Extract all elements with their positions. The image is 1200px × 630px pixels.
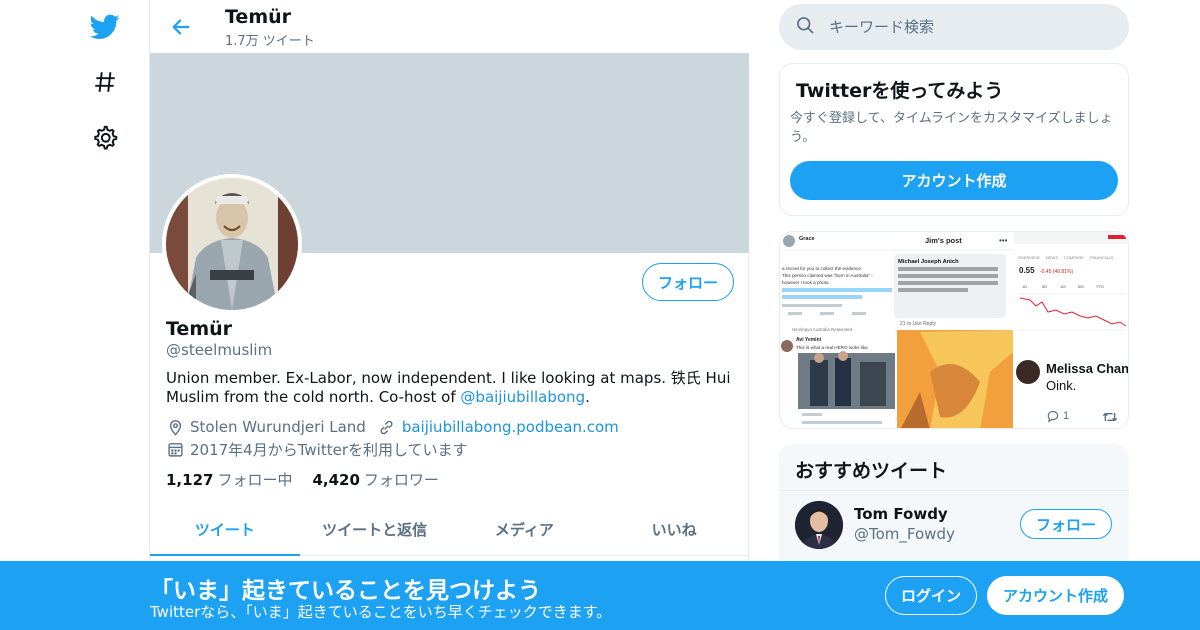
recommended-user-handle: @Tom_Fowdy	[854, 525, 955, 543]
calendar-icon	[166, 441, 184, 459]
media-reply-stat: 1	[1046, 409, 1069, 423]
header-tweet-count: 1.7万 ツイート	[225, 34, 315, 49]
bio-text: Union member. Ex-Labor, now independent.…	[166, 369, 731, 406]
bottom-bar-headline: 「いま」起きていることを見つけよう	[150, 578, 541, 604]
followers-count: 4,420	[312, 471, 360, 489]
media-retweeted-by: Hiroshaya Australia Retweeted	[792, 327, 853, 332]
following-stat[interactable]: 1,127 フォロー中	[166, 469, 292, 490]
tab-tweets-and-replies[interactable]: ツイートと返信	[300, 503, 450, 555]
left-navigation	[0, 0, 150, 630]
recommended-user-avatar[interactable]	[795, 501, 843, 549]
back-arrow-icon	[172, 19, 190, 35]
media-gallery: Grace Jim's post ••• a record for you to…	[779, 231, 1129, 429]
hashtag-icon[interactable]	[88, 65, 122, 99]
bio-end: .	[585, 388, 590, 406]
media-stock-range-ytd: YTD	[1096, 284, 1104, 289]
media-stock-value: 0.55	[1019, 266, 1035, 275]
profile-column: Temür 1.7万 ツイート フォロー Temür @steelmuslim …	[149, 0, 749, 630]
media-quote-text: This is what a real HERO looks like.	[796, 345, 869, 350]
profile-avatar[interactable]	[162, 174, 302, 314]
profile-website-link[interactable]: baijiubillabong.podbean.com	[402, 418, 619, 436]
media-thumbnail-user-tweet[interactable]: Melissa Chan Oink. 1	[1014, 341, 1129, 428]
bio-mention-link[interactable]: @baijiubillabong	[460, 388, 585, 406]
recommended-tweets-card: おすすめツイート Tom Fowdy @Tom_Fowdy フォロー	[779, 444, 1129, 574]
profile-tabs: ツイート ツイートと返信 メディア いいね	[150, 503, 749, 556]
link-icon	[378, 418, 396, 436]
followers-stat[interactable]: 4,420 フォロワー	[312, 469, 438, 490]
media-user-avatar	[1016, 360, 1040, 384]
profile-handle: @steelmuslim	[166, 341, 273, 359]
profile-bio: Union member. Ex-Labor, now independent.…	[166, 369, 736, 407]
reply-icon	[1047, 410, 1059, 423]
following-label: フォロー中	[217, 471, 293, 489]
media-thumbnail-stock-chart[interactable]: OVERVIEW NEWS COMPARE FINANCIALS 0.55 -0…	[1014, 232, 1128, 340]
media-tweet-line2: This person claimed was "born in Austral…	[782, 273, 873, 278]
media-stock-range-1m: 1M	[1060, 284, 1066, 289]
recommended-user-name: Tom Fowdy	[854, 505, 948, 523]
profile-name: Temür	[166, 318, 233, 340]
media-quote-user: Avi Yemini	[796, 337, 822, 343]
profile-stats: 1,127 フォロー中 4,420 フォロワー	[166, 469, 459, 490]
media-stock-change: -0.45 (40.81%)	[1040, 269, 1073, 275]
media-stock-range-1d: 1D	[1022, 284, 1027, 289]
gear-icon[interactable]	[88, 120, 122, 154]
signup-button[interactable]: アカウント作成	[987, 576, 1124, 615]
tab-likes[interactable]: いいね	[599, 503, 749, 555]
recommended-follow-button[interactable]: フォロー	[1020, 509, 1112, 539]
location-pin-icon	[166, 418, 184, 436]
media-tweet-header: Jim's post	[925, 236, 962, 245]
svg-text:•••: •••	[999, 236, 1008, 245]
media-stock-tab-news: NEWS	[1046, 255, 1058, 260]
follow-button[interactable]: フォロー	[642, 263, 734, 301]
signup-card-title: Twitterを使ってみよう	[796, 80, 1004, 102]
search-icon	[795, 15, 815, 39]
media-thumbnail-tweet-screenshot[interactable]: Grace Jim's post ••• a record for you to…	[780, 232, 1013, 428]
signup-prompt-card: Twitterを使ってみよう 今すぐ登録して、タイムラインをカスタマイズしましょ…	[779, 63, 1129, 216]
media-user-text: Oink.	[1046, 378, 1077, 393]
followers-label: フォロワー	[363, 471, 439, 489]
retweet-icon	[1102, 409, 1118, 428]
profile-header: Temür 1.7万 ツイート	[150, 0, 749, 53]
media-stock-tab-financials: FINANCIALS	[1090, 255, 1114, 260]
media-reply-actions: 21 m Like Reply	[900, 321, 936, 327]
media-tweet-user: Grace	[799, 236, 815, 242]
media-stock-range-5d: 5D	[1042, 284, 1047, 289]
recommended-title: おすすめツイート	[795, 460, 948, 482]
create-account-button[interactable]: アカウント作成	[790, 161, 1118, 200]
search-input[interactable]	[829, 18, 1109, 36]
login-button[interactable]: ログイン	[885, 576, 977, 615]
media-tweet-line3: however I took a photo.	[782, 280, 830, 285]
media-tweet-line1: a record for you to collect the evidence…	[782, 266, 862, 271]
profile-location: Stolen Wurundjeri Land	[190, 418, 366, 436]
signup-card-description: 今すぐ登録して、タイムラインをカスタマイズしましょう。	[790, 111, 1113, 145]
profile-joined-date: 2017年4月からTwitterを利用しています	[190, 441, 468, 459]
profile-joined-row: 2017年4月からTwitterを利用しています	[166, 439, 468, 460]
tab-tweets[interactable]: ツイート	[150, 503, 300, 556]
back-button[interactable]	[166, 12, 196, 42]
bottom-signup-bar: 「いま」起きていることを見つけよう Twitterなら、「いま」起きていることを…	[0, 561, 1200, 630]
search-box[interactable]	[779, 4, 1129, 50]
bottom-bar-subtext: Twitterなら、「いま」起きていることをいち早くチェックできます。	[150, 603, 612, 621]
media-stock-tab-compare: COMPARE	[1064, 255, 1084, 260]
twitter-bird-icon[interactable]	[88, 10, 122, 44]
media-user-name: Melissa Chan	[1046, 361, 1129, 376]
profile-meta-row: Stolen Wurundjeri Land baijiubillabong.p…	[166, 418, 619, 436]
following-count: 1,127	[166, 471, 214, 489]
media-stock-range-6m: 6M	[1078, 284, 1084, 289]
media-stock-tab-overview: OVERVIEW	[1018, 255, 1040, 260]
header-name: Temür	[225, 6, 292, 28]
media-reply-user: Michael Joseph Anich	[898, 259, 959, 265]
media-reply-count: 1	[1063, 410, 1070, 422]
tab-media[interactable]: メディア	[450, 503, 600, 555]
